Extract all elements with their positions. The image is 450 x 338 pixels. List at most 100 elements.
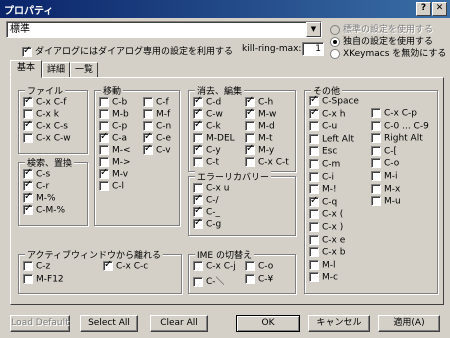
checkbox-control[interactable]: [245, 143, 255, 155]
checkbox-other-c-q[interactable]: C-q: [309, 195, 337, 207]
checkbox-control[interactable]: [309, 94, 319, 106]
checkbox-control[interactable]: [309, 259, 319, 270]
checkbox-search-c-m[interactable]: C-M-%: [23, 203, 65, 216]
checkbox-other-c-x-e[interactable]: C-x e: [309, 234, 345, 245]
checkbox-move-c-n[interactable]: C-n: [143, 121, 171, 132]
checkbox-window-c-x-c-c[interactable]: C-x C-c: [103, 259, 148, 272]
checkbox-other-m[interactable]: M-!: [309, 184, 337, 195]
checkbox-error-c-g[interactable]: C-g: [193, 217, 221, 230]
checkbox-control[interactable]: [103, 259, 113, 271]
checkbox-edit-m-t[interactable]: M-t: [245, 133, 273, 144]
checkbox-control[interactable]: [193, 193, 203, 205]
tab-list[interactable]: 一覧: [70, 62, 98, 78]
checkbox-edit-c-h[interactable]: C-h: [245, 95, 273, 108]
checkbox-window-m-f12[interactable]: M-F12: [23, 274, 64, 285]
clear-all-button[interactable]: Clear All: [150, 315, 208, 332]
checkbox-error-c[interactable]: C-/: [193, 193, 219, 206]
apply-button[interactable]: 適用(A): [378, 315, 440, 332]
help-button[interactable]: ?: [416, 2, 431, 16]
checkbox-move-c-v[interactable]: C-v: [143, 143, 171, 156]
checkbox-control[interactable]: [23, 109, 33, 119]
checkbox-other-esc[interactable]: Esc: [309, 146, 337, 157]
checkbox-control[interactable]: [193, 276, 203, 287]
checkbox-edit-c-k[interactable]: C-k: [193, 119, 221, 132]
checkbox-control[interactable]: [23, 133, 33, 143]
ok-button[interactable]: OK: [236, 315, 300, 332]
checkbox-ime-c-x-c-j[interactable]: C-x C-j: [193, 261, 236, 272]
checkbox-move-m[interactable]: M-<: [99, 145, 131, 156]
checkbox-other-m-l[interactable]: M-l: [309, 259, 336, 270]
checkbox-move-c-f[interactable]: C-f: [143, 97, 169, 108]
checkbox-control[interactable]: [371, 171, 381, 181]
checkbox-control[interactable]: [99, 97, 109, 107]
checkbox-control[interactable]: [99, 131, 109, 143]
checkbox-control[interactable]: [143, 143, 153, 155]
checkbox-edit-c-t[interactable]: C-t: [193, 157, 219, 168]
checkbox-control[interactable]: [193, 157, 203, 167]
dialog-specific-checkbox[interactable]: ダイアログにはダイアログ専用の設定を利用する: [22, 44, 233, 57]
checkbox-move-m[interactable]: M->: [99, 157, 131, 168]
checkbox-control[interactable]: [143, 97, 153, 107]
checkbox-control[interactable]: [193, 205, 203, 217]
checkbox-move-m-f[interactable]: M-f: [143, 109, 170, 120]
checkbox-other-c-o[interactable]: C-o: [371, 158, 399, 169]
checkbox-ime-c[interactable]: C-¥: [245, 274, 273, 285]
checkbox-other-c-x-h[interactable]: C-x h: [309, 107, 345, 119]
checkbox-file-c-x-k[interactable]: C-x k: [23, 109, 59, 120]
checkbox-control[interactable]: [193, 143, 203, 155]
checkbox-search-m[interactable]: M-%: [23, 191, 56, 204]
checkbox-error-c[interactable]: C-_: [193, 205, 220, 218]
checkbox-control[interactable]: [193, 133, 203, 143]
checkbox-control[interactable]: [245, 107, 255, 119]
checkbox-control[interactable]: [245, 95, 255, 107]
radio-disable-xkeymacs[interactable]: XKeymacs を無効にする: [330, 46, 446, 59]
cancel-button[interactable]: キャンセル: [308, 315, 370, 332]
checkbox-control[interactable]: [99, 181, 109, 191]
checkbox-control[interactable]: [23, 167, 33, 179]
checkbox-control[interactable]: [23, 95, 33, 107]
checkbox-control[interactable]: [23, 119, 33, 131]
checkbox-search-c-s[interactable]: C-s: [23, 167, 50, 180]
checkbox-edit-c-d[interactable]: C-d: [193, 95, 221, 108]
checkbox-control[interactable]: [371, 158, 381, 169]
select-all-button[interactable]: Select All: [80, 315, 138, 332]
checkbox-control[interactable]: [23, 261, 33, 271]
checkbox-move-c-l[interactable]: C-l: [99, 181, 124, 192]
checkbox-control[interactable]: [371, 196, 381, 207]
tab-detail[interactable]: 詳細: [42, 62, 70, 78]
checkbox-move-c-e[interactable]: C-e: [143, 131, 171, 144]
checkbox-other-c-x-b[interactable]: C-x b: [309, 247, 345, 258]
checkbox-control[interactable]: [371, 120, 381, 131]
checkbox-control[interactable]: [309, 195, 319, 207]
checkbox-file-c-x-c-f[interactable]: C-x C-f: [23, 95, 66, 108]
checkbox-control[interactable]: [193, 217, 203, 229]
checkbox-other-c-x[interactable]: C-x ): [309, 222, 343, 233]
checkbox-other-c-0-c-9[interactable]: C-0 ... C-9: [371, 120, 429, 131]
checkbox-search-c-r[interactable]: C-r: [23, 179, 49, 192]
checkbox-other-c-u[interactable]: C-u: [309, 121, 337, 132]
tab-basic[interactable]: 基本: [10, 60, 42, 78]
checkbox-move-m-b[interactable]: M-b: [99, 109, 129, 120]
checkbox-edit-m-w[interactable]: M-w: [245, 107, 276, 120]
checkbox-other-c-x[interactable]: C-x (: [309, 209, 343, 220]
checkbox-ime-c-o[interactable]: C-o: [245, 261, 273, 272]
checkbox-control[interactable]: [245, 157, 255, 167]
checkbox-other-left-alt[interactable]: Left Alt: [309, 133, 354, 144]
checkbox-edit-m-del[interactable]: M-DEL: [193, 133, 235, 144]
checkbox-control[interactable]: [23, 274, 33, 284]
checkbox-control[interactable]: [309, 234, 319, 245]
checkbox-control[interactable]: [99, 109, 109, 119]
checkbox-other-c-x-c-p[interactable]: C-x C-p: [371, 108, 417, 119]
checkbox-control[interactable]: [309, 146, 319, 157]
checkbox-control[interactable]: [309, 121, 319, 132]
checkbox-move-c-b[interactable]: C-b: [99, 97, 127, 108]
checkbox-file-c-x-c-s[interactable]: C-x C-s: [23, 119, 68, 132]
kill-ring-max-input[interactable]: 1: [302, 42, 324, 56]
checkbox-other-right-alt[interactable]: Right Alt: [371, 133, 423, 144]
checkbox-control[interactable]: [193, 95, 203, 107]
checkbox-control[interactable]: [371, 133, 381, 144]
checkbox-control[interactable]: [309, 107, 319, 119]
checkbox-edit-m-d[interactable]: M-d: [245, 121, 275, 132]
radio-use-custom-control[interactable]: [330, 36, 340, 47]
checkbox-control[interactable]: [371, 145, 381, 156]
